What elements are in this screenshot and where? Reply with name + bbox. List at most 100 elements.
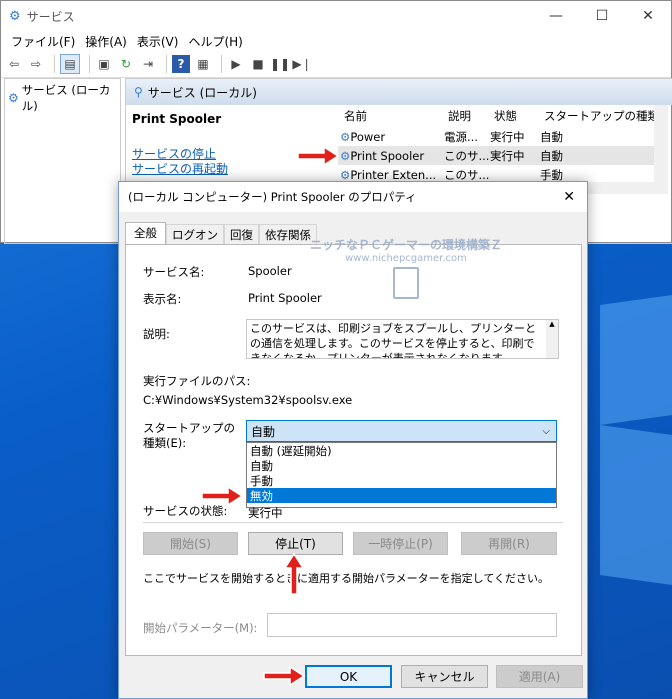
option-auto-delayed[interactable]: 自動 (遅延開始) [247, 443, 556, 458]
toolbar: ⇦ ⇨ ▤ ▣ ↻ ⇥ ? ▦ ▶ ■ ❚❚ ▶❘ [1, 51, 671, 78]
toolbar-separator [166, 55, 167, 73]
menu-file[interactable]: ファイル(F) [6, 33, 80, 50]
panel-header-title: サービス (ローカル) [147, 85, 257, 100]
help-icon[interactable]: ? [172, 55, 190, 73]
window-title: サービス [26, 9, 75, 24]
resume-button[interactable]: 再開(R) [461, 532, 557, 555]
list-scrollbar[interactable] [654, 105, 668, 185]
console-tree-icon[interactable]: ▤ [60, 54, 80, 74]
toolbar-separator [54, 55, 55, 73]
row-name: Print Spooler [350, 148, 425, 163]
description-text: このサービスは、印刷ジョブをスプールし、プリンターとの通信を処理します。このサー… [250, 322, 536, 359]
apply-button[interactable]: 適用(A) [496, 665, 583, 688]
restart-icon[interactable]: ▶❘ [292, 55, 311, 73]
row-status: 実行中 [490, 148, 525, 163]
tab-general[interactable]: 全般 [125, 222, 166, 246]
play-icon[interactable]: ▶ [227, 55, 245, 73]
start-parameter-input[interactable] [267, 613, 557, 637]
ok-button[interactable]: OK [305, 665, 392, 688]
restart-service-link[interactable]: サービスの再起動 [132, 160, 228, 177]
selected-service-name: Print Spooler [132, 112, 222, 126]
column-description[interactable]: 説明 [448, 108, 494, 124]
display-name-label: 表示名: [143, 292, 182, 306]
back-arrow-icon[interactable]: ⇦ [5, 55, 23, 73]
row-description: 電源... [444, 129, 478, 144]
search-icon: ⚲ [134, 85, 143, 99]
startup-type-select[interactable]: 自動 ⌵ [246, 420, 557, 442]
option-auto[interactable]: 自動 [247, 458, 556, 473]
menu-view[interactable]: 表示(V) [132, 33, 184, 50]
export-list-icon[interactable]: ⇥ [139, 55, 157, 73]
cancel-button[interactable]: キャンセル [401, 665, 488, 688]
startup-type-selected: 自動 [251, 424, 276, 439]
close-button[interactable]: ✕ [625, 1, 671, 31]
tab-recovery[interactable]: 回復 [224, 224, 259, 245]
service-gear-icon: ⚙ [340, 148, 351, 163]
minimize-button[interactable]: — [533, 1, 579, 31]
service-name-value: Spooler [248, 264, 292, 278]
row-status: 実行中 [490, 129, 525, 144]
toolbar-separator [89, 55, 90, 73]
divider [143, 522, 563, 523]
row-startup: 自動 [540, 148, 563, 163]
refresh-icon[interactable]: ↻ [117, 55, 135, 73]
row-description: このサ... [444, 148, 490, 163]
start-button[interactable]: 開始(S) [143, 532, 238, 555]
tree-item-services-local[interactable]: ⚙ サービス (ローカル) [5, 79, 120, 117]
description-box[interactable]: このサービスは、印刷ジョブをスプールし、プリンターとの通信を処理します。このサー… [246, 319, 559, 359]
title-bar: ⚙ サービス — ☐ ✕ [1, 1, 671, 31]
column-status[interactable]: 状態 [494, 108, 544, 124]
services-gear-icon: ⚙ [9, 8, 21, 24]
column-startup-type[interactable]: スタートアップの種類 [544, 108, 664, 124]
service-gear-icon: ⚙ [340, 129, 351, 144]
pc-tower-icon [393, 267, 419, 299]
view-icon[interactable]: ▦ [194, 55, 212, 73]
option-disabled-highlighted[interactable]: 無効 [247, 488, 556, 503]
pause-button[interactable]: 一時停止(P) [353, 532, 448, 555]
windows-logo-pane [600, 294, 672, 426]
panel-header: ⚲ サービス (ローカル) [126, 79, 672, 105]
list-header: 名前 説明 状態 スタートアップの種類 [338, 105, 668, 127]
service-name-label: サービス名: [143, 265, 205, 279]
table-row-selected[interactable]: ⚙Print Spooler このサ... 実行中 自動 [338, 146, 668, 165]
tab-logon[interactable]: ログオン [166, 224, 224, 245]
option-manual[interactable]: 手動 [247, 473, 556, 488]
chevron-down-icon: ⌵ [542, 425, 550, 437]
red-arrow-annotation [297, 145, 340, 167]
table-row[interactable]: ⚙Power 電源... 実行中 自動 [338, 127, 668, 146]
menu-bar: ファイル(F) 操作(A) 表示(V) ヘルプ(H) [1, 31, 671, 51]
service-status-value: 実行中 [248, 506, 283, 520]
close-icon[interactable]: ✕ [563, 189, 575, 205]
tab-strip: 全般 ログオン 回復 依存関係 [125, 222, 317, 246]
menu-help[interactable]: ヘルプ(H) [183, 33, 247, 50]
pause-icon[interactable]: ❚❚ [270, 55, 290, 73]
red-arrow-annotation [283, 552, 305, 595]
maximize-button[interactable]: ☐ [579, 1, 625, 31]
watermark-title: ニッチなＰＣゲーマーの環境構築Ｚ [309, 238, 502, 252]
row-startup: 自動 [540, 129, 563, 144]
red-arrow-annotation [263, 665, 306, 687]
dialog-title-bar: (ローカル コンピューター) Print Spooler のプロパティ ✕ [119, 182, 587, 212]
menu-action[interactable]: 操作(A) [80, 33, 132, 50]
description-label: 説明: [143, 327, 170, 341]
startup-type-dropdown: 自動 (遅延開始) 自動 手動 無効 [246, 442, 557, 508]
forward-arrow-icon[interactable]: ⇨ [27, 55, 45, 73]
executable-path-label: 実行ファイルのパス: [143, 374, 251, 388]
row-name: Printer Exten... [350, 167, 437, 182]
row-name: Power [350, 129, 386, 144]
watermark-url: www.nichepcgamer.com [345, 253, 467, 264]
start-parameter-label: 開始パラメーター(M): [143, 621, 258, 635]
toolbar-separator [221, 55, 222, 73]
executable-path-value: C:¥Windows¥System32¥spoolsv.exe [143, 393, 353, 407]
dialog-title: (ローカル コンピューター) Print Spooler のプロパティ [128, 190, 417, 204]
description-scrollbar[interactable]: ▲ [546, 320, 558, 358]
stop-icon[interactable]: ■ [249, 55, 267, 73]
properties-dialog: (ローカル コンピューター) Print Spooler のプロパティ ✕ 全般… [118, 181, 588, 699]
service-gear-icon: ⚙ [340, 167, 351, 182]
column-name[interactable]: 名前 [338, 108, 448, 124]
start-parameter-hint: ここでサービスを開始するときに適用する開始パラメーターを指定してください。 [143, 572, 550, 585]
properties-icon[interactable]: ▣ [95, 55, 113, 73]
services-list: 名前 説明 状態 スタートアップの種類 ⚙Power 電源... 実行中 自動 … [338, 105, 668, 185]
watermark: ニッチなＰＣゲーマーの環境構築Ｚ www.nichepcgamer.com [301, 236, 511, 299]
display-name-value: Print Spooler [248, 291, 322, 305]
